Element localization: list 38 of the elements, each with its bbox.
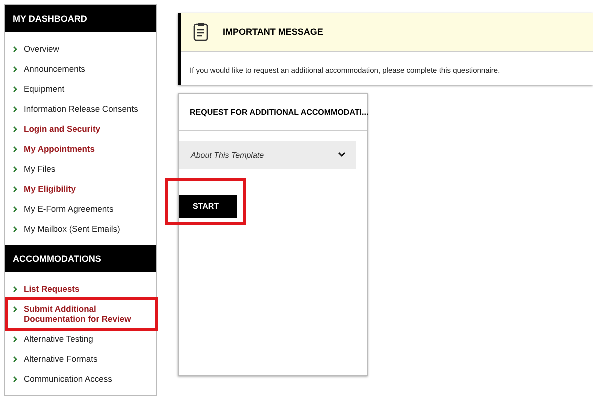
chevron-icon — [13, 206, 18, 213]
section-heading: ACCOMMODATIONS — [5, 245, 156, 272]
chevron-icon — [13, 356, 18, 363]
nav-link[interactable]: My Mailbox (Sent Emails) — [13, 219, 152, 239]
chevron-icon — [13, 286, 18, 293]
nav-link[interactable]: Information Release Consents — [13, 99, 152, 119]
nav-link[interactable]: List Requests — [13, 279, 152, 299]
chevron-icon — [13, 166, 18, 173]
chevron-icon — [13, 226, 18, 233]
nav-link[interactable]: My Files — [13, 159, 152, 179]
chevron-icon — [13, 336, 18, 343]
nav-link[interactable]: My Eligibility — [13, 179, 152, 199]
nav-link[interactable]: Overview — [13, 39, 152, 59]
chevron-icon — [13, 146, 18, 153]
chevron-icon — [13, 186, 18, 193]
nav-link[interactable]: Login and Security — [13, 119, 152, 139]
nav-link[interactable]: Submit Additional Documentation for Review — [13, 299, 152, 329]
chevron-icon — [13, 46, 18, 53]
section-heading: MY DASHBOARD — [5, 5, 156, 32]
chevron-icon — [13, 306, 18, 313]
chevron-icon — [13, 106, 18, 113]
start-button[interactable]: START — [179, 195, 237, 218]
clipboard-icon — [193, 22, 209, 42]
chevron-icon — [13, 86, 18, 93]
nav-link[interactable]: Announcements — [13, 59, 152, 79]
nav-link[interactable]: Alternative Testing — [13, 329, 152, 349]
message-title: IMPORTANT MESSAGE — [223, 27, 324, 37]
chevron-icon — [13, 376, 18, 383]
nav-link[interactable]: Alternative Formats — [13, 349, 152, 369]
card-title: REQUEST FOR ADDITIONAL ACCOMMODATI... — [179, 94, 367, 131]
nav-link[interactable]: Communication Access — [13, 369, 152, 389]
chevron-icon — [13, 66, 18, 73]
chevron-icon — [338, 152, 346, 158]
accordion-toggle[interactable]: About This Template — [179, 141, 356, 169]
nav-link[interactable]: My Appointments — [13, 139, 152, 159]
nav-link[interactable]: Equipment — [13, 79, 152, 99]
chevron-icon — [13, 126, 18, 133]
nav-link[interactable]: My E-Form Agreements — [13, 199, 152, 219]
